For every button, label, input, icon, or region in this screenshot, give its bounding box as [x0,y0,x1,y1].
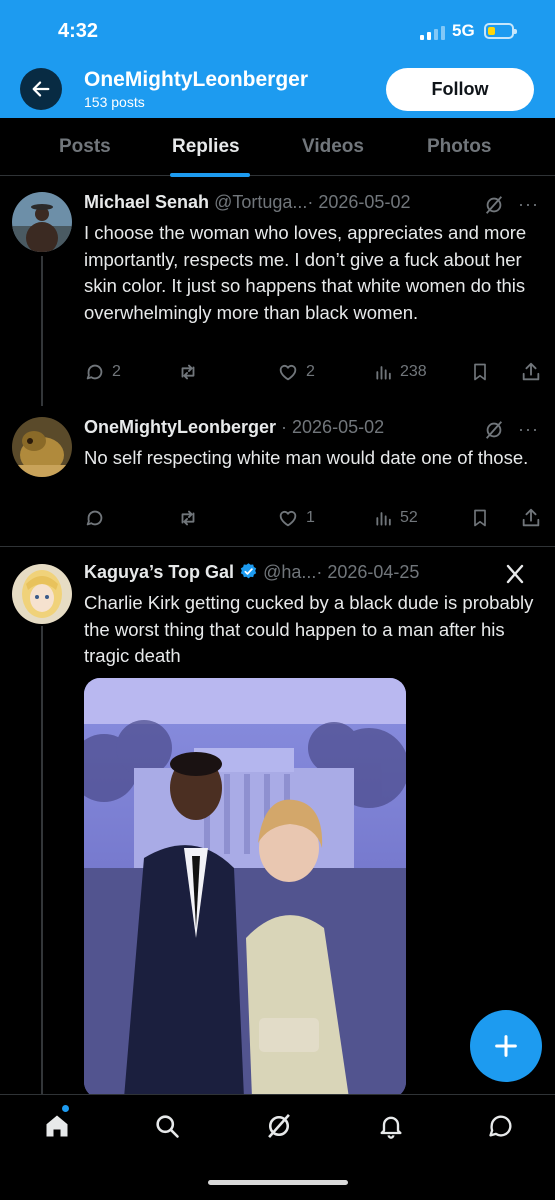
reply-post[interactable]: OneMightyLeonberger · 2026-05-02 ··· No … [0,401,555,547]
reply-count: 2 [112,363,121,380]
post-image[interactable] [84,678,406,1098]
author-handle[interactable]: @Tortuga... [214,192,307,212]
profile-tabs: Posts Replies Videos Photos [0,118,555,177]
post-date: · 2026-05-02 [307,192,411,212]
search-icon [156,1115,179,1138]
home-icon [46,1115,68,1137]
post-actions: 1 52 [84,507,544,533]
tab-photos[interactable]: Photos [427,136,491,158]
views-icon [376,366,391,380]
reply-icon [86,364,103,380]
status-bar: 4:32 5G [0,0,555,60]
grok-icon [268,1114,290,1138]
verified-badge-icon [240,563,257,579]
network-label: 5G [452,21,475,40]
follow-button[interactable]: Follow [386,68,534,111]
post-date: · 2026-04-25 [316,562,420,582]
views-button[interactable]: 52 [374,507,418,529]
view-count: 52 [400,509,418,526]
repost-button[interactable] [176,361,206,383]
reply-icon [86,510,103,526]
share-icon[interactable] [520,507,542,529]
post-text: No self respecting white man would date … [84,447,529,468]
signal-strength-icon [420,24,445,40]
bookmark-icon[interactable] [470,507,490,529]
like-icon [279,364,297,381]
post-date: · 2026-05-02 [281,417,385,437]
messages-icon [489,1115,512,1137]
like-count: 2 [306,363,315,380]
tab-videos[interactable]: Videos [302,136,364,158]
share-icon[interactable] [520,361,542,383]
like-button[interactable]: 1 [276,507,315,529]
author-name[interactable]: Kaguya’s Top Gal [84,562,234,582]
nav-grok[interactable] [264,1111,294,1141]
more-options-icon[interactable]: ··· [518,419,539,440]
post-header: Michael Senah @Tortuga...· 2026-05-02 [84,192,410,213]
post-actions: 2 2 238 [84,361,544,387]
reply-button[interactable] [84,507,112,529]
grok-icon[interactable] [483,419,505,441]
like-icon [279,510,297,527]
notifications-icon [380,1116,402,1139]
nav-search[interactable] [152,1111,182,1141]
post-header: OneMightyLeonberger · 2026-05-02 [84,417,384,438]
compose-button[interactable] [470,1010,542,1082]
nav-messages[interactable] [486,1111,516,1141]
avatar[interactable] [12,192,72,252]
repost-button[interactable] [176,507,206,529]
views-button[interactable]: 238 [374,361,427,383]
more-options-icon[interactable]: ··· [518,194,539,215]
close-icon[interactable] [503,562,527,586]
profile-post-count: 153 posts [84,94,145,110]
views-icon [376,512,391,526]
post-text: Charlie Kirk getting cucked by a black d… [84,592,534,666]
tab-posts[interactable]: Posts [59,136,111,158]
grok-icon[interactable] [483,194,505,216]
back-button[interactable] [20,68,62,110]
author-handle[interactable]: @ha... [263,562,316,582]
plus-icon [495,1035,517,1057]
repost-icon [181,364,195,380]
avatar[interactable] [12,564,72,624]
status-time: 4:32 [58,20,99,42]
repost-icon [181,510,195,526]
view-count: 238 [400,363,427,380]
tab-replies[interactable]: Replies [172,136,240,158]
author-name[interactable]: Michael Senah [84,192,209,212]
notification-dot [62,1105,69,1112]
reply-post[interactable]: Michael Senah @Tortuga...· 2026-05-02 ··… [0,176,555,401]
avatar[interactable] [12,417,72,477]
nav-home[interactable] [42,1111,72,1141]
like-count: 1 [306,509,315,526]
arrow-left-icon [32,81,50,97]
like-button[interactable]: 2 [276,361,315,383]
post-text: I choose the woman who loves, appreciate… [84,222,527,323]
reply-button[interactable]: 2 [84,361,121,383]
profile-header: 4:32 5G OneMightyLeonberger 153 posts Fo… [0,0,555,118]
home-indicator [208,1180,348,1185]
profile-name: OneMightyLeonberger [84,68,309,91]
post-header: Kaguya’s Top Gal @ha...· 2026-04-25 [84,562,419,583]
nav-notifications[interactable] [376,1111,406,1141]
battery-icon [484,23,517,39]
bookmark-icon[interactable] [470,361,490,383]
author-name[interactable]: OneMightyLeonberger [84,417,276,437]
